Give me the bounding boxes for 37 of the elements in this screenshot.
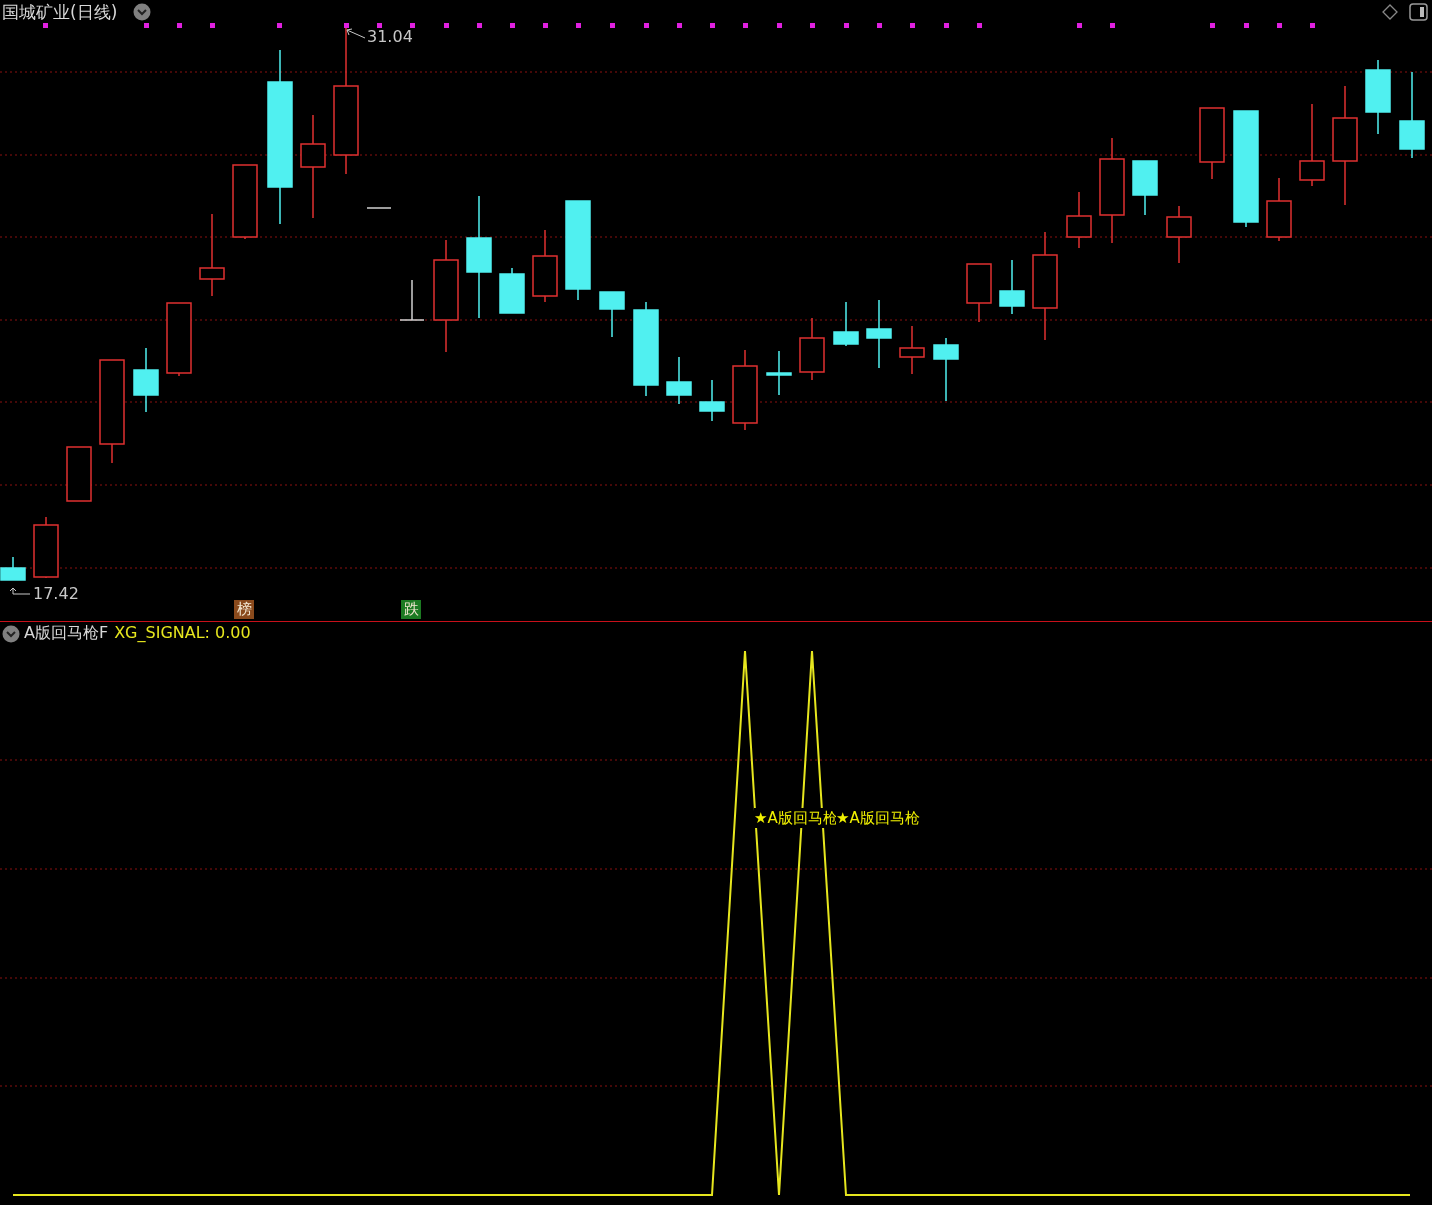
candlestick <box>666 356 692 405</box>
candlestick <box>1266 177 1292 242</box>
candlestick <box>1132 160 1158 216</box>
candlestick <box>833 301 859 347</box>
signal-label: ★A版回马枪 <box>754 808 838 828</box>
candlestick <box>366 207 392 209</box>
candlestick <box>1166 205 1192 264</box>
candlestick <box>0 556 26 581</box>
candlestick <box>33 516 59 579</box>
candlestick <box>899 325 925 375</box>
candlestick <box>866 299 892 369</box>
panel-toggle-icon[interactable] <box>1409 3 1428 21</box>
chevron-down-icon[interactable] <box>133 3 151 21</box>
leader-line <box>9 587 31 595</box>
candlestick <box>766 350 792 396</box>
candlestick <box>399 279 425 321</box>
signal-label: ★A版回马枪 <box>836 808 920 828</box>
high-price-label: 31.04 <box>367 28 413 46</box>
candlestick <box>499 267 525 314</box>
chart-marker: 跌 <box>401 600 421 619</box>
candlestick <box>133 347 159 413</box>
chart-marker: 榜 <box>234 600 254 619</box>
indicator-reading: XG_SIGNAL: 0.00 <box>114 622 251 644</box>
chevron-down-icon[interactable] <box>2 625 20 643</box>
candlestick <box>699 379 725 422</box>
candlestick <box>66 446 92 502</box>
leader-line <box>346 28 366 39</box>
candlestick <box>966 263 992 323</box>
candlestick <box>1066 191 1092 249</box>
candlestick <box>599 291 625 338</box>
indicator-name: A版回马枪F <box>24 622 109 644</box>
diamond-icon[interactable] <box>1382 4 1398 20</box>
stock-title: 国城矿业(日线) <box>2 1 118 24</box>
candlestick <box>799 317 825 381</box>
candlestick <box>999 259 1025 315</box>
candlestick <box>933 337 959 402</box>
low-price-label: 17.42 <box>33 585 79 603</box>
